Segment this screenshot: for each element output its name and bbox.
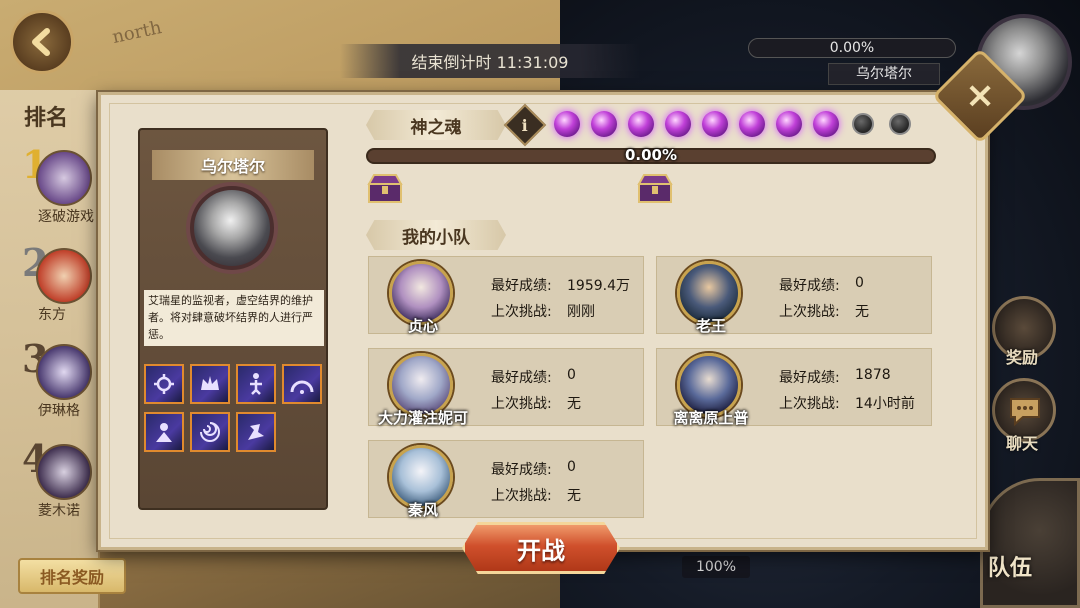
reward-chest-icon[interactable]	[366, 172, 404, 204]
back-button[interactable]	[10, 10, 74, 74]
boss-portrait	[190, 186, 274, 270]
soul-orb-lit	[702, 111, 728, 137]
avatar	[36, 444, 92, 500]
ranking-title: 排名	[24, 106, 69, 131]
boss-skill-icon[interactable]	[144, 364, 184, 404]
soul-orb-empty	[852, 113, 874, 135]
start-battle-button[interactable]: 开战	[462, 522, 620, 574]
chat-bubble-icon	[1010, 398, 1040, 427]
vortex-skill-icon	[200, 422, 220, 442]
boss-skill-icon[interactable]	[144, 412, 184, 452]
last-challenge-label: 上次挑战:	[491, 396, 552, 412]
soul-progress-text: 0.00%	[624, 146, 678, 164]
soul-orb-lit	[739, 111, 765, 137]
last-challenge-label: 上次挑战:	[779, 304, 840, 320]
member-name: 秦风	[407, 501, 438, 519]
boss-skill-icon[interactable]	[236, 364, 276, 404]
best-score-value: 1959.4万	[567, 278, 630, 294]
ranking-entry[interactable]: 1 逐破游戏	[20, 142, 100, 232]
arc-skill-icon	[290, 380, 314, 394]
best-score-value: 1878	[855, 367, 891, 383]
avatar	[36, 150, 92, 206]
squad-member-card[interactable]: 贞心 最好成绩: 1959.4万 上次挑战: 刚刚	[368, 256, 644, 335]
soul-orb-lit	[776, 111, 802, 137]
last-challenge-value: 无	[567, 396, 581, 412]
last-challenge-value: 无	[855, 304, 869, 320]
squad-member-card[interactable]: 秦风 最好成绩: 0 上次挑战: 无	[368, 440, 644, 519]
avatar	[36, 248, 92, 304]
team-label: 队伍	[988, 556, 1033, 581]
boss-skill-icon[interactable]	[282, 364, 322, 404]
squad-member-card[interactable]: 大力灌注妮可 最好成绩: 0 上次挑战: 无	[368, 348, 644, 427]
boss-description: 艾瑞星的监视者，虚空结界的维护者。将对肆意破坏结界的人进行严惩。	[144, 290, 324, 346]
best-score-value: 0	[567, 459, 576, 475]
boss-skill-icon[interactable]	[190, 364, 230, 404]
best-score-label: 最好成绩:	[491, 370, 552, 386]
last-challenge-value: 14小时前	[855, 396, 915, 412]
soul-label: 神之魂	[366, 110, 506, 140]
squad-member-card[interactable]: 离离原上普 最好成绩: 1878 上次挑战: 14小时前	[656, 348, 932, 427]
best-score-value: 0	[567, 367, 576, 383]
member-name: 大力灌注妮可	[377, 409, 468, 427]
best-score-label: 最好成绩:	[491, 462, 552, 478]
last-challenge-value: 刚刚	[567, 304, 595, 320]
team-hp-percent: 100%	[682, 556, 750, 578]
countdown-timer: 结束倒计时 11:31:09	[340, 44, 640, 78]
close-icon: ×	[964, 74, 996, 116]
boss-name-label: 乌尔塔尔	[828, 63, 940, 85]
team-button[interactable]	[980, 478, 1080, 608]
crown-skill-icon	[201, 376, 219, 390]
best-score-label: 最好成绩:	[491, 278, 552, 294]
soul-orb-lit	[813, 111, 839, 137]
member-name: 老王	[695, 317, 726, 335]
soul-orb-lit	[591, 111, 617, 137]
boss-panel-name: 乌尔塔尔	[152, 150, 314, 180]
soul-orb-lit	[554, 111, 580, 137]
member-name: 离离原上普	[673, 409, 749, 427]
boss-hp-bar: 0.00%	[748, 38, 956, 58]
best-score-label: 最好成绩:	[779, 370, 840, 386]
boss-skill-icon[interactable]	[236, 412, 276, 452]
chat-label: 聊天	[1006, 434, 1039, 453]
boss-skill-icon[interactable]	[190, 412, 230, 452]
squad-label: 我的小队	[366, 220, 506, 250]
best-score-label: 最好成绩:	[779, 278, 840, 294]
figure-skill-icon	[250, 373, 262, 395]
reward-chest-icon[interactable]	[636, 172, 674, 204]
last-challenge-label: 上次挑战:	[491, 304, 552, 320]
ranking-entry[interactable]: 3 伊琳格	[20, 336, 100, 426]
last-challenge-value: 无	[567, 488, 581, 504]
info-icon: i	[521, 115, 529, 135]
last-challenge-label: 上次挑战:	[491, 488, 552, 504]
squad-member-card[interactable]: 老王 最好成绩: 0 上次挑战: 无	[656, 256, 932, 335]
reward-label: 奖励	[1006, 348, 1039, 367]
soul-orb-empty	[889, 113, 911, 135]
back-arrow-icon	[32, 28, 50, 56]
avatar	[36, 344, 92, 400]
best-score-value: 0	[855, 275, 864, 291]
ranking-reward-button[interactable]: 排名奖励	[18, 558, 126, 594]
shatter-skill-icon	[248, 424, 264, 440]
soul-orb-lit	[628, 111, 654, 137]
last-challenge-label: 上次挑战:	[779, 396, 840, 412]
ranking-entry[interactable]: 4 菱木诺	[20, 436, 100, 526]
summon-skill-icon	[156, 423, 172, 442]
swirl-skill-icon	[154, 374, 174, 394]
ranking-entry[interactable]: 2 东方	[20, 240, 100, 330]
soul-orb-lit	[665, 111, 691, 137]
member-name: 贞心	[407, 317, 438, 335]
